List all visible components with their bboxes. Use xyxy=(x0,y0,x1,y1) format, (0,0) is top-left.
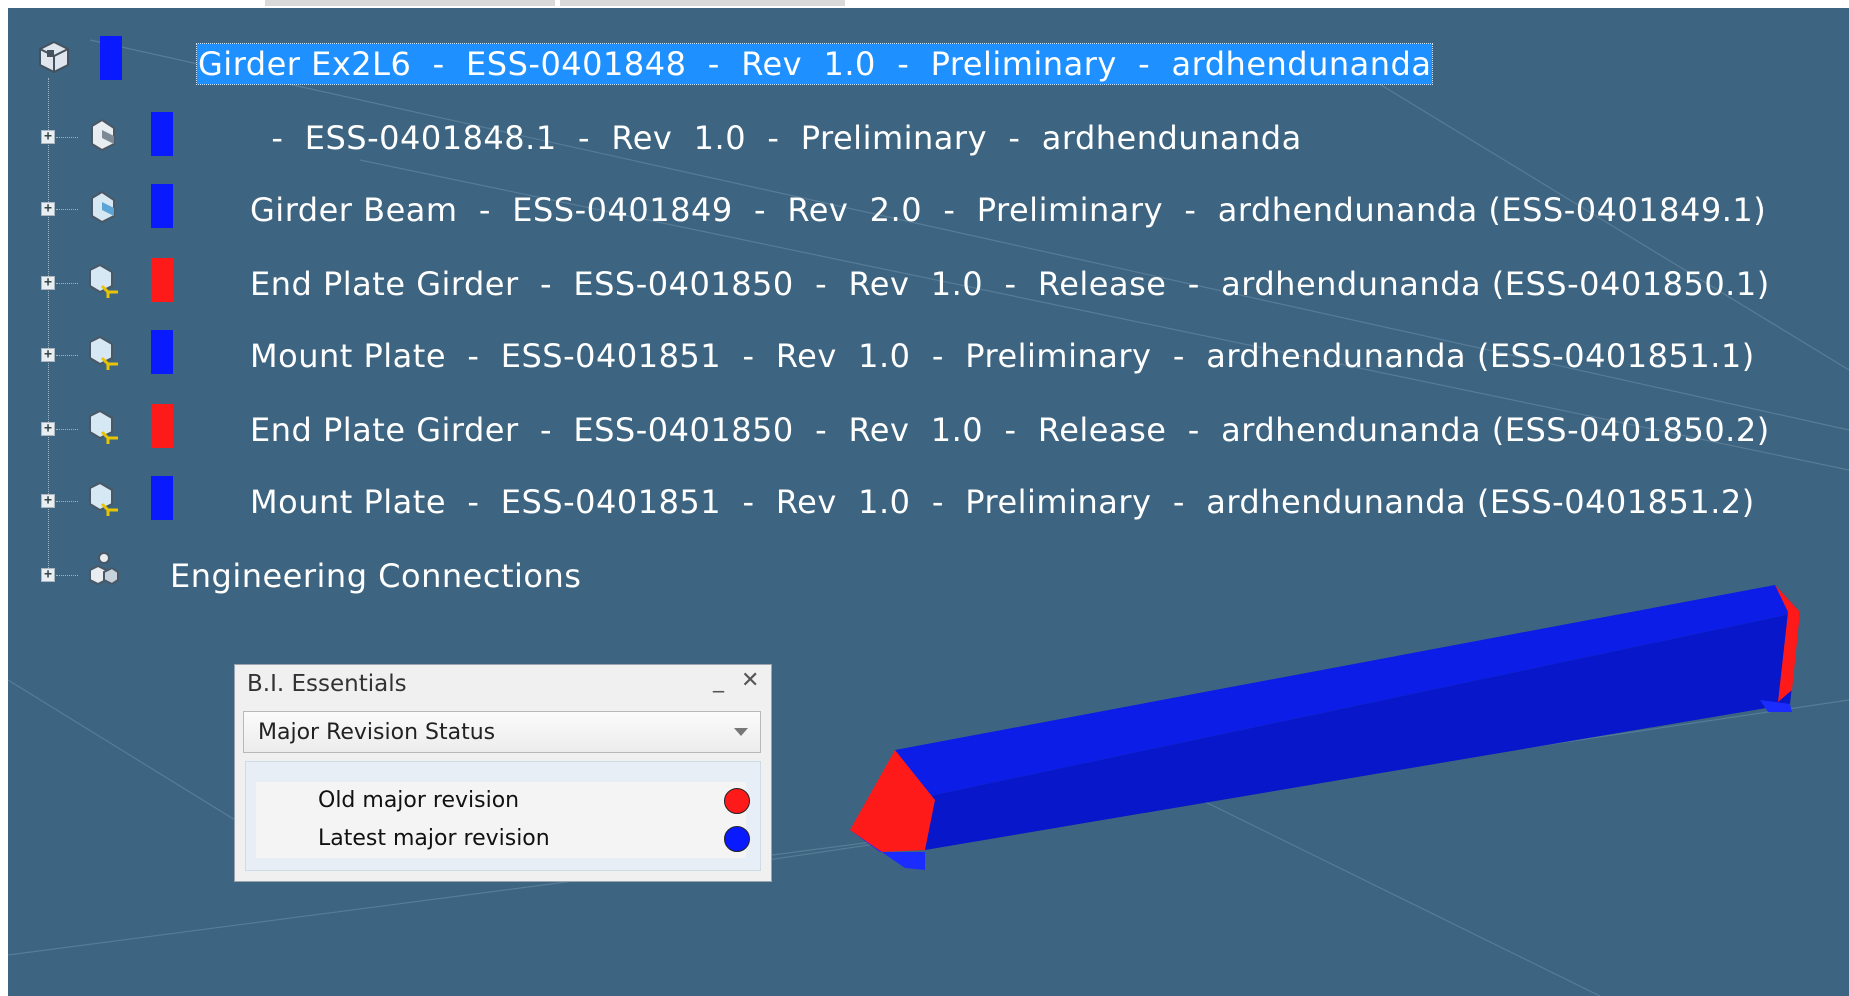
legend-color-dot xyxy=(724,826,750,852)
status-swatch xyxy=(151,404,173,448)
status-swatch xyxy=(151,330,173,374)
tree-item-label[interactable]: Mount Plate - ESS-0401851 - Rev 1.0 - Pr… xyxy=(250,336,1755,376)
expand-toggle[interactable]: + xyxy=(41,130,55,144)
chevron-down-icon[interactable] xyxy=(734,728,748,736)
expand-toggle[interactable]: + xyxy=(41,422,55,436)
tree-item-label[interactable]: Girder Beam - ESS-0401849 - Rev 2.0 - Pr… xyxy=(250,190,1766,230)
expand-toggle[interactable]: + xyxy=(41,494,55,508)
tree-root-label[interactable]: Girder Ex2L6 - ESS-0401848 - Rev 1.0 - P… xyxy=(195,43,1434,85)
panel-title: B.I. Essentials xyxy=(247,671,407,697)
legend-label: Old major revision xyxy=(318,788,520,813)
tree-connector xyxy=(56,209,78,210)
part-icon xyxy=(91,118,115,152)
legend-color-dot xyxy=(724,788,750,814)
bi-mode-dropdown[interactable]: Major Revision Status xyxy=(243,711,761,753)
part-instance-icon xyxy=(89,481,118,516)
close-button[interactable]: ✕ xyxy=(741,668,759,693)
legend-item: Old major revision xyxy=(256,784,750,820)
minimize-button[interactable]: _ xyxy=(713,668,724,693)
bi-essentials-panel: B.I. Essentials _ ✕ Major Revision Statu… xyxy=(234,664,772,882)
expand-toggle[interactable]: + xyxy=(41,202,55,216)
legend-item: Latest major revision xyxy=(256,822,750,858)
tree-item-label[interactable]: Engineering Connections xyxy=(170,556,581,596)
legend-list: Old major revision Latest major revision xyxy=(256,782,750,858)
tree-item-label[interactable]: - ESS-0401848.1 - Rev 1.0 - Preliminary … xyxy=(250,118,1302,158)
part-instance-icon xyxy=(89,335,118,370)
assembly-icon xyxy=(39,40,69,74)
tree-connector xyxy=(56,429,78,430)
tree-connector xyxy=(56,355,78,356)
legend-label: Latest major revision xyxy=(318,826,550,851)
expand-toggle[interactable]: + xyxy=(41,568,55,582)
expand-toggle[interactable]: + xyxy=(41,276,55,290)
tree-connector xyxy=(56,283,78,284)
part-instance-icon xyxy=(89,263,118,298)
tree-item-label[interactable]: End Plate Girder - ESS-0401850 - Rev 1.0… xyxy=(250,410,1770,450)
tree-connector xyxy=(56,137,78,138)
tree-item-label[interactable]: Mount Plate - ESS-0401851 - Rev 1.0 - Pr… xyxy=(250,482,1755,522)
legend-box: Old major revision Latest major revision xyxy=(245,761,761,871)
tree-connector xyxy=(56,575,78,576)
root-status-swatch xyxy=(100,36,122,80)
part-instance-icon xyxy=(89,409,118,444)
dropdown-value: Major Revision Status xyxy=(258,720,496,745)
girder-beam-3d xyxy=(850,585,1800,870)
expand-toggle[interactable]: + xyxy=(41,348,55,362)
tree-item-label[interactable]: End Plate Girder - ESS-0401850 - Rev 1.0… xyxy=(250,264,1770,304)
tree-connector xyxy=(56,501,78,502)
status-swatch xyxy=(151,112,173,156)
status-swatch xyxy=(151,184,173,228)
status-swatch xyxy=(151,476,173,520)
status-swatch xyxy=(151,258,173,302)
engineering-connections-icon xyxy=(89,552,119,586)
part-icon xyxy=(91,190,115,224)
